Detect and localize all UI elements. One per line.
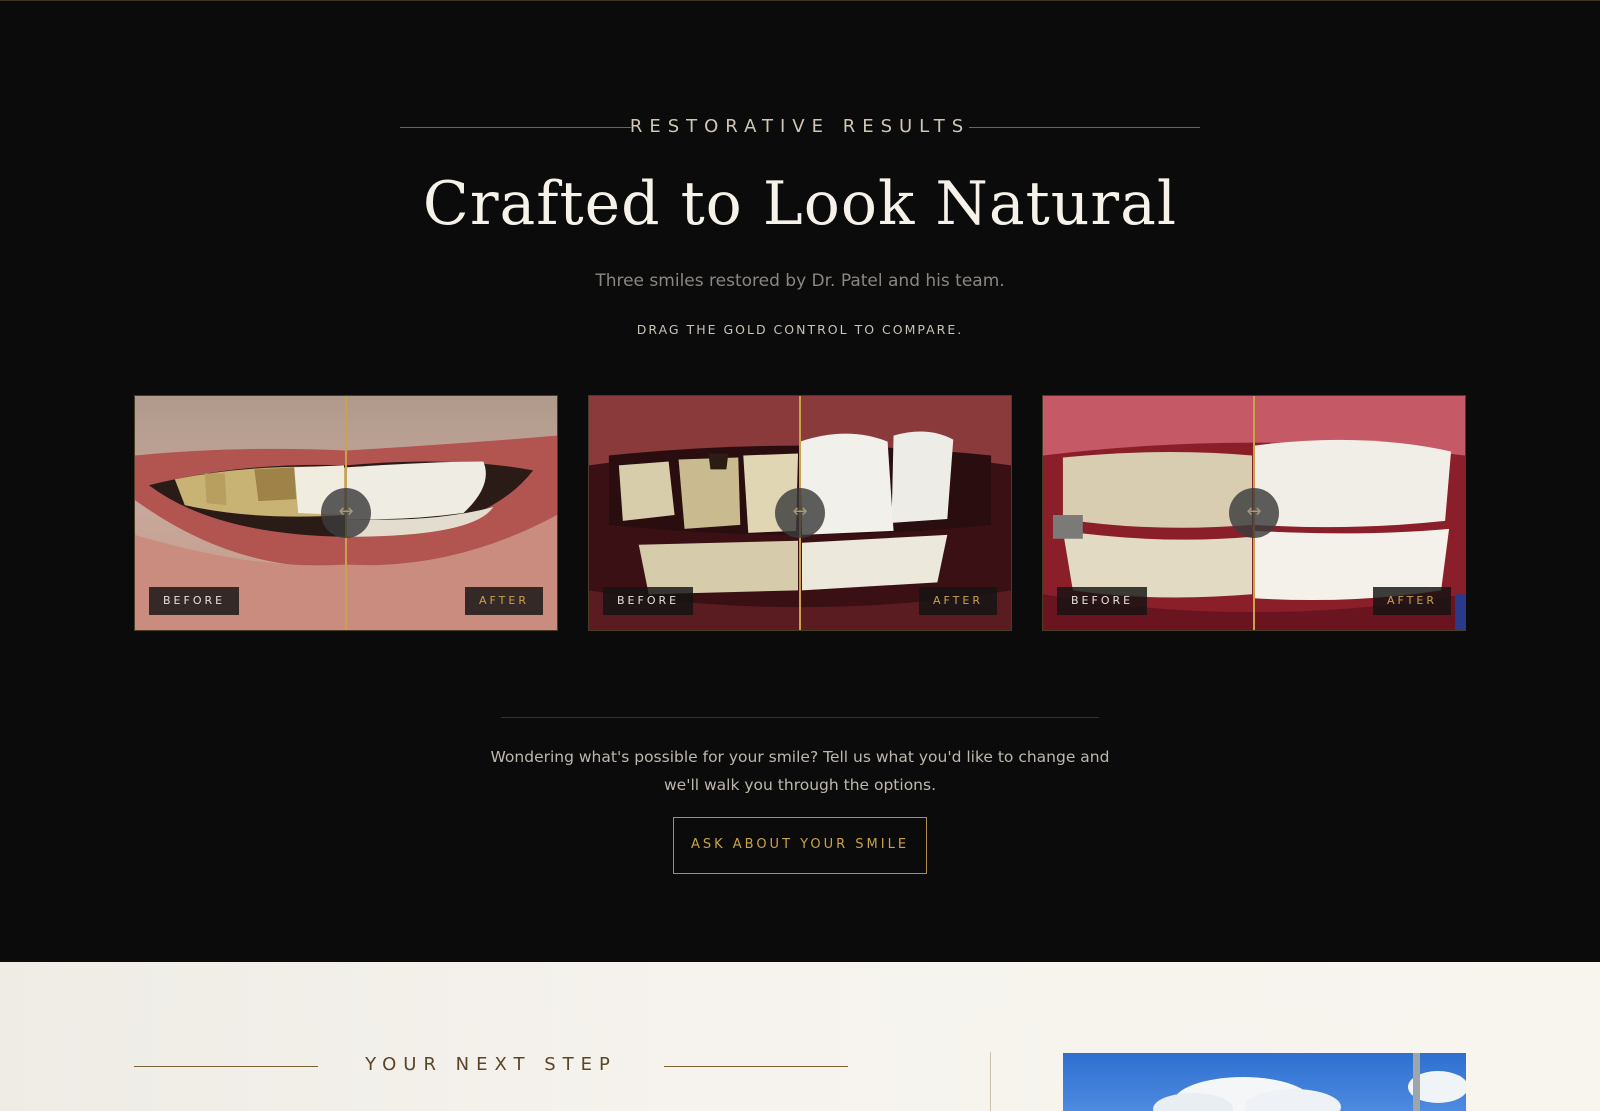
before-label: BEFORE <box>1057 587 1148 615</box>
before-after-slider[interactable]: ↔ BEFORE AFTER <box>134 395 558 631</box>
section-eyebrow: RESTORATIVE RESULTS <box>629 116 971 137</box>
vertical-divider <box>990 1052 991 1111</box>
ask-about-smile-button[interactable]: ASK ABOUT YOUR SMILE <box>673 817 927 874</box>
next-step-rule-right <box>664 1066 848 1067</box>
next-step-eyebrow: YOUR NEXT STEP <box>365 1054 617 1075</box>
after-label: AFTER <box>465 587 543 615</box>
left-right-arrow-icon[interactable]: ↔ <box>1229 488 1279 538</box>
left-right-arrow-icon[interactable]: ↔ <box>321 488 371 538</box>
before-after-slider[interactable]: ↔ BEFORE AFTER <box>1042 395 1466 631</box>
restorative-results-section: RESTORATIVE RESULTS Crafted to Look Natu… <box>0 0 1600 962</box>
section-headline: Crafted to Look Natural <box>422 169 1178 239</box>
before-after-slider[interactable]: ↔ BEFORE AFTER <box>588 395 1012 631</box>
section-subtitle: Three smiles restored by Dr. Patel and h… <box>595 271 1005 291</box>
cta-divider <box>501 717 1099 718</box>
before-label: BEFORE <box>149 587 240 615</box>
eyebrow-row: RESTORATIVE RESULTS <box>0 113 1600 143</box>
cta-text: Wondering what's possible for your smile… <box>490 748 1110 794</box>
compare-hint: DRAG THE GOLD CONTROL TO COMPARE. <box>636 322 964 337</box>
left-right-arrow-icon[interactable]: ↔ <box>775 488 825 538</box>
next-step-section: YOUR NEXT STEP <box>0 962 1600 1111</box>
sky-photo <box>1063 1053 1466 1111</box>
after-label: AFTER <box>1373 587 1451 615</box>
before-label: BEFORE <box>603 587 694 615</box>
eyebrow-rule-right <box>969 127 1200 128</box>
after-label: AFTER <box>919 587 997 615</box>
